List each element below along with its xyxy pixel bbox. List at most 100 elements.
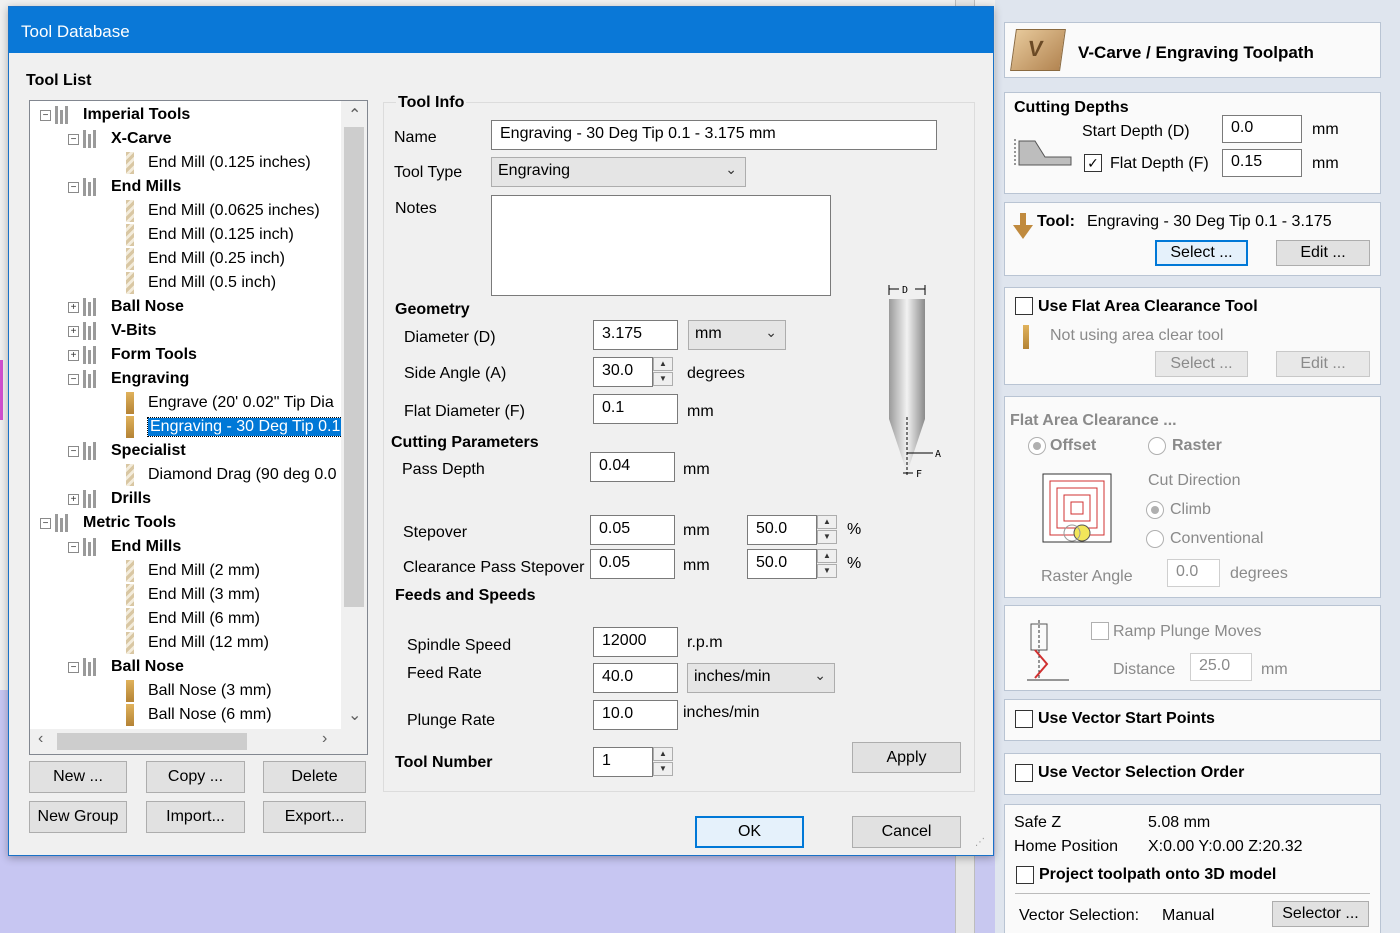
collapse-icon[interactable]: − — [40, 109, 51, 121]
dialog-titlebar[interactable]: Tool Database — [9, 7, 993, 53]
tree-item[interactable]: Engraving - 30 Deg Tip 0.1 — [126, 415, 344, 439]
export-button[interactable]: Export... — [263, 801, 366, 833]
diameter-unit-select[interactable]: mm ⌄ — [688, 320, 786, 350]
new-group-button[interactable]: New Group — [29, 801, 127, 833]
stepover-spinner[interactable]: ▲ ▼ — [817, 515, 839, 545]
new-tool-button[interactable]: New ... — [29, 761, 127, 793]
expand-icon[interactable]: + — [68, 301, 79, 313]
tree-group[interactable]: − Engraving — [68, 367, 189, 391]
flat-diameter-input[interactable]: 0.1 — [593, 394, 678, 424]
expand-icon[interactable]: + — [68, 349, 79, 361]
offset-radio[interactable] — [1028, 437, 1046, 455]
tree-item[interactable]: Diamond Drag (90 deg 0.0 — [126, 463, 337, 487]
raster-radio[interactable] — [1148, 437, 1166, 455]
use-flat-area-checkbox[interactable] — [1015, 297, 1033, 315]
tree-group[interactable]: + Ball Nose — [68, 295, 184, 319]
tree-item[interactable]: End Mill (6 mm) — [126, 607, 260, 631]
apply-button[interactable]: Apply — [852, 742, 961, 773]
tree-item-label: X-Carve — [111, 130, 172, 147]
tree-group[interactable]: + V-Bits — [68, 319, 156, 343]
scroll-up-icon[interactable]: ⌃ — [348, 105, 361, 125]
tree-group[interactable]: + Drills — [68, 487, 151, 511]
stepover-input[interactable]: 0.05 — [590, 515, 675, 545]
notes-textarea[interactable] — [491, 195, 831, 296]
collapse-icon[interactable]: − — [68, 661, 79, 673]
ok-button[interactable]: OK — [695, 816, 804, 848]
side-angle-input[interactable]: 30.0 — [593, 357, 653, 387]
collapse-icon[interactable]: − — [68, 445, 79, 457]
vector-order-checkbox[interactable] — [1015, 764, 1033, 782]
project-toolpath-checkbox[interactable] — [1016, 866, 1034, 884]
tool-type-select[interactable]: Engraving ⌄ — [491, 157, 746, 187]
tree-item[interactable]: Ball Nose (6 mm) — [126, 703, 272, 727]
vector-start-checkbox[interactable] — [1015, 710, 1033, 728]
selector-button[interactable]: Selector ... — [1272, 901, 1369, 927]
tree-group[interactable]: − Specialist — [68, 439, 186, 463]
tree-item[interactable]: Ball Nose (3 mm) — [126, 679, 272, 703]
ramp-distance-input[interactable]: 25.0 — [1190, 653, 1252, 681]
tree-group[interactable]: − Ball Nose — [68, 655, 184, 679]
tree-item[interactable]: End Mill (0.5 inch) — [126, 271, 276, 295]
tree-item[interactable]: End Mill (0.25 inch) — [126, 247, 285, 271]
expand-icon[interactable]: + — [68, 325, 79, 337]
tree-item[interactable]: End Mill (3 mm) — [126, 583, 260, 607]
resize-grip-icon[interactable]: ⋰ — [975, 837, 985, 848]
feed-rate-unit-select[interactable]: inches/min ⌄ — [687, 663, 835, 693]
tree-item[interactable]: End Mill (0.125 inches) — [126, 151, 311, 175]
collapse-icon[interactable]: − — [68, 133, 79, 145]
tree-horizontal-thumb[interactable] — [57, 733, 247, 750]
tree-group[interactable]: − End Mills — [68, 535, 181, 559]
diameter-input[interactable]: 3.175 — [593, 320, 678, 350]
tool-select-button[interactable]: Select ... — [1155, 240, 1248, 266]
plunge-rate-input[interactable]: 10.0 — [593, 700, 678, 730]
area-tool-edit-button[interactable]: Edit ... — [1276, 351, 1370, 377]
tool-name-input[interactable]: Engraving - 30 Deg Tip 0.1 - 3.175 mm — [491, 120, 937, 150]
tool-tree[interactable]: − Imperial Tools − X-Carve End Mill (0.125 i… — [29, 100, 368, 732]
start-depth-input[interactable]: 0.0 — [1222, 115, 1302, 143]
feed-rate-input[interactable]: 40.0 — [593, 663, 678, 693]
raster-angle-input[interactable]: 0.0 — [1167, 559, 1220, 587]
clearance-stepover-percent-input[interactable]: 50.0 — [747, 549, 817, 579]
clearance-stepover-spinner[interactable]: ▲ ▼ — [817, 549, 839, 579]
collapse-icon[interactable]: − — [68, 181, 79, 193]
ramp-checkbox[interactable] — [1091, 622, 1109, 640]
collapse-icon[interactable]: − — [68, 373, 79, 385]
area-tool-select-button[interactable]: Select ... — [1155, 351, 1248, 377]
import-button[interactable]: Import... — [146, 801, 245, 833]
tree-vertical-thumb[interactable] — [344, 127, 364, 607]
tool-number-input[interactable]: 1 — [593, 747, 653, 777]
tool-edit-button[interactable]: Edit ... — [1276, 240, 1370, 266]
spindle-speed-input[interactable]: 12000 — [593, 627, 678, 657]
conventional-radio[interactable] — [1146, 530, 1164, 548]
scroll-right-icon[interactable]: › — [322, 730, 327, 748]
copy-tool-button[interactable]: Copy ... — [146, 761, 245, 793]
tree-group[interactable]: − End Mills — [68, 175, 181, 199]
pass-depth-input[interactable]: 0.04 — [590, 452, 675, 482]
collapse-icon[interactable]: − — [40, 517, 51, 529]
cancel-button[interactable]: Cancel — [852, 816, 961, 848]
tree-item[interactable]: Engrave (20' 0.02" Tip Dia — [126, 391, 334, 415]
tree-group[interactable]: − X-Carve — [68, 127, 171, 151]
collapse-icon[interactable]: − — [68, 541, 79, 553]
clearance-stepover-input[interactable]: 0.05 — [590, 549, 675, 579]
side-angle-spinner[interactable]: ▲ ▼ — [653, 357, 675, 387]
tree-item[interactable]: End Mill (12 mm) — [126, 631, 269, 655]
tree-vertical-scrollbar[interactable]: ⌃ ⌄ — [341, 101, 367, 731]
tool-number-spinner[interactable]: ▲ ▼ — [653, 747, 675, 777]
tree-horizontal-scrollbar[interactable]: ‹ › — [29, 729, 368, 755]
tool-bit-icon — [126, 560, 134, 582]
expand-icon[interactable]: + — [68, 493, 79, 505]
flat-depth-input[interactable]: 0.15 — [1222, 149, 1302, 177]
tree-group[interactable]: − Imperial Tools — [40, 103, 190, 127]
tree-item[interactable]: End Mill (2 mm) — [126, 559, 260, 583]
flat-depth-checkbox[interactable]: ✓ — [1084, 154, 1102, 172]
scroll-down-icon[interactable]: ⌄ — [348, 705, 361, 725]
tree-group[interactable]: + Form Tools — [68, 343, 197, 367]
delete-tool-button[interactable]: Delete — [263, 761, 366, 793]
tree-group[interactable]: − Metric Tools — [40, 511, 176, 535]
stepover-percent-input[interactable]: 50.0 — [747, 515, 817, 545]
tree-item[interactable]: End Mill (0.125 inch) — [126, 223, 294, 247]
scroll-left-icon[interactable]: ‹ — [38, 730, 43, 748]
climb-radio[interactable] — [1146, 501, 1164, 519]
tree-item[interactable]: End Mill (0.0625 inches) — [126, 199, 320, 223]
